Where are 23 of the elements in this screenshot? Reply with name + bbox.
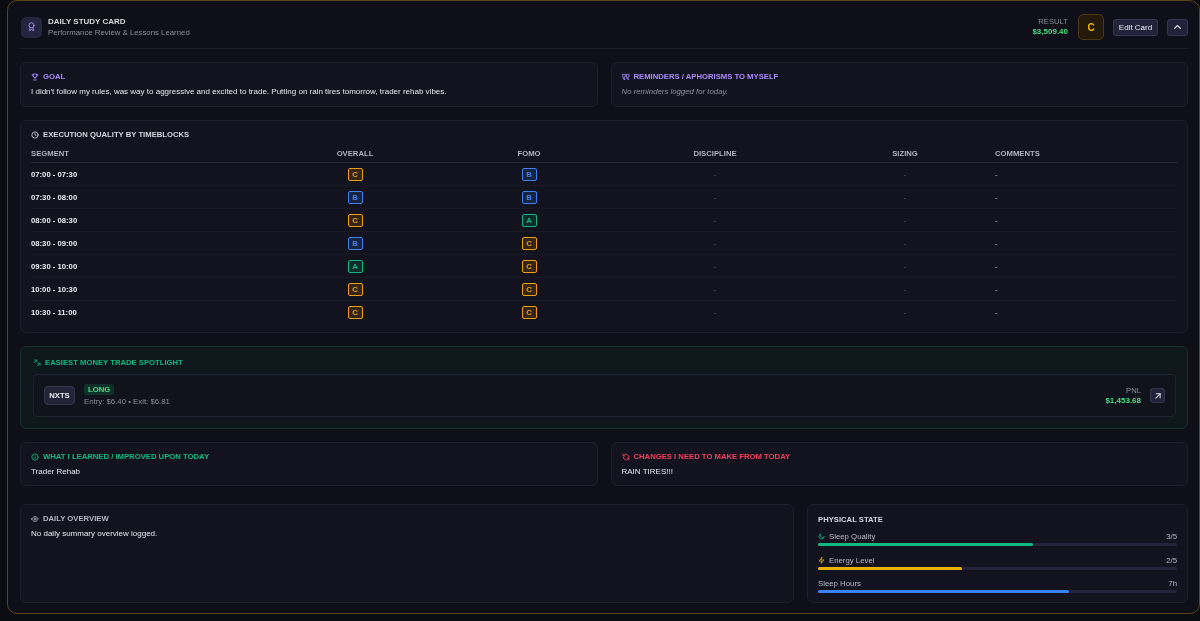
collapse-button[interactable]: [1167, 18, 1188, 36]
arrows-icon: [33, 358, 41, 367]
arrow-up-right-icon: [1154, 392, 1161, 399]
result-grade: C: [1078, 14, 1104, 40]
quote-icon: [621, 72, 630, 81]
refresh-icon: [621, 452, 630, 461]
card-title: DAILY STUDY CARD: [48, 16, 127, 27]
trophy-icon: [31, 72, 39, 81]
result-value: $3,509.40: [1032, 27, 1068, 37]
goal-text: I didn't follow my rules, was way to aggressive and excited to trade. Putting on rain tires tomorrow, trader rehab vibes.: [31, 86, 448, 97]
pnl-value: $1,453.68: [1105, 395, 1141, 406]
moon-icon: [818, 533, 825, 540]
eye-icon: [31, 514, 39, 523]
edit-card-button[interactable]: Edit Card: [1113, 18, 1158, 36]
info-icon: [31, 452, 39, 461]
chevron-up-icon: [1174, 25, 1181, 29]
lightning-bolt-icon: [818, 556, 825, 564]
changes-text: RAIN TIRES!!!: [621, 466, 674, 477]
overview-text: No daily summary overview logged.: [31, 528, 159, 539]
open-trade-button[interactable]: [1150, 388, 1165, 403]
learned-text: Trader Rehab: [31, 466, 82, 477]
award-icon: [21, 16, 42, 38]
clock-icon: [31, 130, 39, 139]
